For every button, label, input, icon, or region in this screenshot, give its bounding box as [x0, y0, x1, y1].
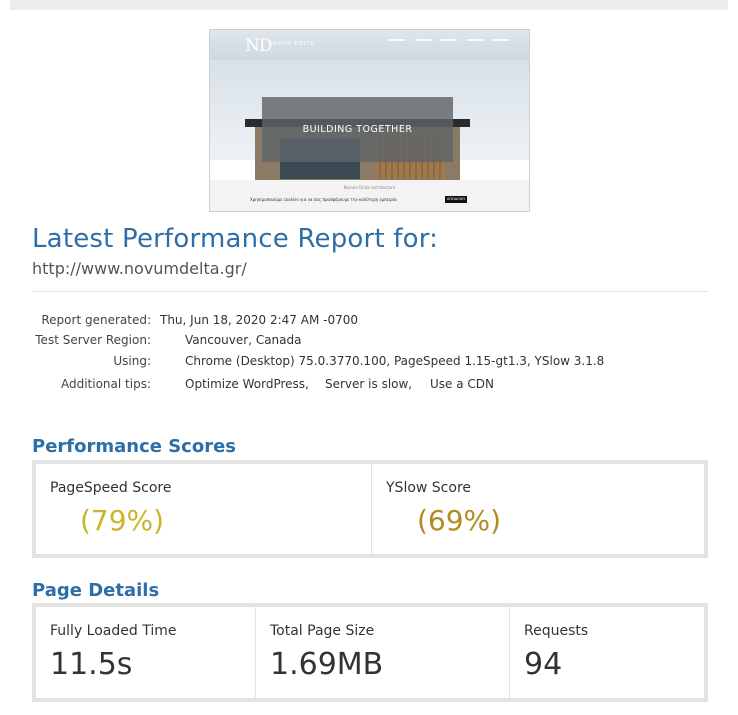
site-screenshot-thumbnail[interactable]: ND NOVUM DELTA BUILDING TOGETHER Novum D…	[209, 29, 530, 212]
page-details-heading: Page Details	[32, 580, 160, 601]
requests-value: 94	[524, 647, 563, 682]
fully-loaded-value: 11.5s	[50, 647, 133, 682]
thumbnail-accept-button: ΑΠΟΔΟΧΗ	[445, 196, 467, 203]
tip-optimize-wordpress-link[interactable]: Optimize WordPress,	[185, 377, 309, 391]
requests-label: Requests	[524, 623, 589, 639]
thumbnail-cookie-text: Χρησιμοποιούμε cookies για να σας προσφέ…	[250, 197, 397, 202]
yslow-score-value: (69%)	[417, 504, 502, 537]
requests-cell: Requests 94	[510, 607, 704, 698]
region-label: Test Server Region:	[35, 333, 151, 347]
thumbnail-caption: Novum Delta architecture	[343, 185, 396, 190]
page-details-box: Fully Loaded Time 11.5s Total Page Size …	[32, 603, 708, 702]
pagespeed-score-value: (79%)	[80, 504, 165, 537]
yslow-score-cell[interactable]: YSlow Score (69%)	[372, 464, 704, 554]
using-label: Using:	[113, 354, 151, 368]
pagespeed-label: PageSpeed Score	[50, 480, 172, 496]
thumbnail-nav: ND NOVUM DELTA	[210, 30, 529, 60]
page-size-value: 1.69MB	[270, 647, 384, 682]
fully-loaded-cell: Fully Loaded Time 11.5s	[36, 607, 256, 698]
page-size-label: Total Page Size	[270, 623, 375, 639]
report-title: Latest Performance Report for:	[32, 224, 439, 254]
performance-scores-heading: Performance Scores	[32, 436, 237, 457]
tips-label: Additional tips:	[60, 377, 151, 391]
tip-server-slow-link[interactable]: Server is slow,	[325, 377, 412, 391]
thumbnail-menu	[389, 39, 509, 41]
generated-label: Report generated:	[41, 313, 151, 327]
performance-scores-box: PageSpeed Score (79%) YSlow Score (69%)	[32, 460, 708, 558]
yslow-label: YSlow Score	[386, 480, 472, 496]
page-size-cell: Total Page Size 1.69MB	[256, 607, 510, 698]
thumbnail-brand: NOVUM DELTA	[268, 41, 315, 47]
region-value: Vancouver, Canada	[185, 333, 302, 347]
report-url-link[interactable]: http://www.novumdelta.gr/	[32, 259, 247, 278]
pagespeed-score-cell[interactable]: PageSpeed Score (79%)	[36, 464, 372, 554]
generated-value: Thu, Jun 18, 2020 2:47 AM -0700	[160, 313, 358, 327]
divider	[32, 291, 708, 292]
using-value: Chrome (Desktop) 75.0.3770.100, PageSpee…	[185, 354, 605, 368]
thumbnail-banner: BUILDING TOGETHER	[262, 97, 453, 162]
tip-use-cdn-link[interactable]: Use a CDN	[430, 377, 494, 391]
top-bar	[10, 0, 728, 10]
fully-loaded-label: Fully Loaded Time	[50, 623, 177, 639]
